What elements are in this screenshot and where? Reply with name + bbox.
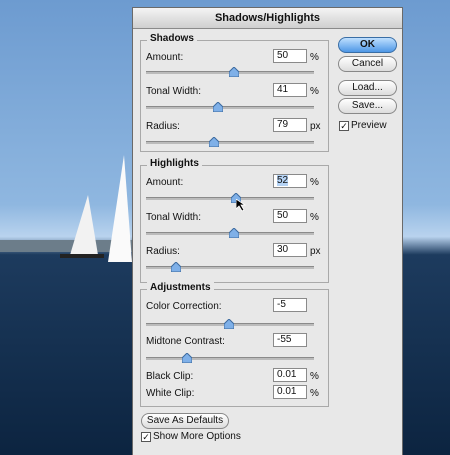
highlights-radius-thumb[interactable] — [171, 262, 181, 272]
shadows-radius-unit: px — [310, 121, 321, 132]
show-more-options-label: Show More Options — [153, 431, 241, 442]
black-clip-unit: % — [310, 371, 319, 382]
highlights-amount-unit: % — [310, 177, 319, 188]
color-correction-field[interactable]: -5 — [273, 298, 307, 312]
shadows-tonal-thumb[interactable] — [213, 102, 223, 112]
highlights-amount-field[interactable]: 52 — [273, 174, 307, 188]
shadows-highlights-dialog: Shadows/Highlights Shadows Amount: 50 % … — [132, 7, 403, 455]
midtone-contrast-label: Midtone Contrast: — [146, 336, 225, 347]
shadows-radius-label: Radius: — [146, 121, 180, 132]
shadows-tonal-slider[interactable] — [146, 106, 314, 109]
shadows-amount-thumb[interactable] — [229, 67, 239, 77]
adjustments-title: Adjustments — [147, 282, 214, 293]
shadows-amount-field[interactable]: 50 — [273, 49, 307, 63]
shadows-title: Shadows — [147, 33, 197, 44]
shadows-amount-label: Amount: — [146, 52, 184, 63]
show-more-options-checkbox[interactable]: ✓ — [141, 432, 151, 442]
highlights-tonal-label: Tonal Width: — [146, 212, 202, 223]
preview-checkbox[interactable]: ✓ — [339, 121, 349, 131]
highlights-tonal-thumb[interactable] — [229, 228, 239, 238]
shadows-amount-unit: % — [310, 52, 319, 63]
shadows-tonal-field[interactable]: 41 — [273, 83, 307, 97]
save-as-defaults-button[interactable]: Save As Defaults — [141, 413, 229, 429]
highlights-tonal-field[interactable]: 50 — [273, 209, 307, 223]
load-button[interactable]: Load... — [338, 80, 397, 96]
color-correction-thumb[interactable] — [224, 319, 234, 329]
mouse-cursor-icon — [236, 199, 247, 212]
preview-label: Preview — [351, 120, 387, 131]
shadows-radius-thumb[interactable] — [209, 137, 219, 147]
white-clip-unit: % — [310, 388, 319, 399]
highlights-radius-label: Radius: — [146, 246, 180, 257]
highlights-title: Highlights — [147, 158, 202, 169]
shadows-radius-field[interactable]: 79 — [273, 118, 307, 132]
highlights-radius-field[interactable]: 30 — [273, 243, 307, 257]
highlights-amount-slider[interactable] — [146, 197, 314, 200]
highlights-radius-unit: px — [310, 246, 321, 257]
white-clip-field[interactable]: 0.01 — [273, 385, 307, 399]
save-button[interactable]: Save... — [338, 98, 397, 114]
midtone-contrast-thumb[interactable] — [182, 353, 192, 363]
highlights-amount-label: Amount: — [146, 177, 184, 188]
shadows-radius-slider[interactable] — [146, 141, 314, 144]
shadows-tonal-label: Tonal Width: — [146, 86, 202, 97]
highlights-tonal-unit: % — [310, 212, 319, 223]
midtone-contrast-slider[interactable] — [146, 357, 314, 360]
black-clip-label: Black Clip: — [146, 371, 194, 382]
color-correction-label: Color Correction: — [146, 301, 222, 312]
black-clip-field[interactable]: 0.01 — [273, 368, 307, 382]
ok-button[interactable]: OK — [338, 37, 397, 53]
midtone-contrast-field[interactable]: -55 — [273, 333, 307, 347]
white-clip-label: White Clip: — [146, 388, 195, 399]
dialog-title: Shadows/Highlights — [133, 8, 402, 29]
shadows-tonal-unit: % — [310, 86, 319, 97]
sailboats-image — [0, 155, 132, 262]
cancel-button[interactable]: Cancel — [338, 56, 397, 72]
